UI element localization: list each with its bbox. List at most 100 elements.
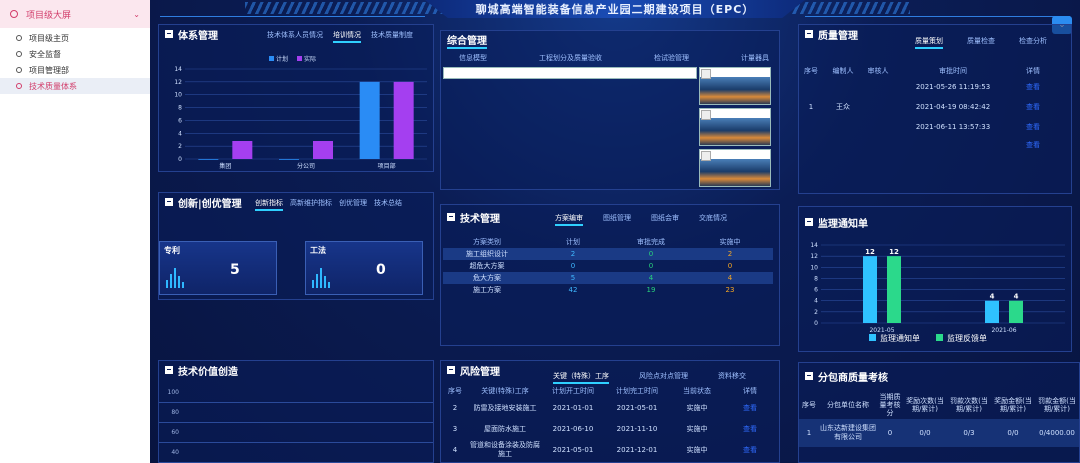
col-header: 罚款次数(当期/累计)	[950, 397, 988, 413]
detail-link[interactable]: 查看	[1013, 102, 1053, 112]
system-bar-chart: 14 12 10 8 6 4 2 0 集团 分公司 项目部 计划 实际	[174, 55, 427, 170]
circle-icon	[16, 35, 22, 41]
tab-analysis[interactable]: 检查分析	[1019, 36, 1047, 49]
table-row: 1 王众 2021-04-19 08:42:42 查看	[799, 97, 1071, 117]
table-row: 施工方案 42 19 23	[443, 284, 773, 296]
detail-link[interactable]: 查看	[1013, 122, 1053, 132]
tech-panel: 技术管理 方案编审 图纸管理 图纸会审 交底情况 方案类别 计划 审批完成 实施…	[440, 204, 780, 346]
bar	[359, 81, 380, 159]
tab-staff[interactable]: 技术体系人员情况	[267, 30, 323, 43]
chevron-down-icon[interactable]: ⌄	[133, 10, 140, 19]
y-tick: 2	[178, 143, 182, 150]
col-header: 审批完成	[637, 237, 665, 246]
sidebar-item-quality-system[interactable]: 技术质量体系	[0, 78, 150, 94]
x-tick: 2021-06	[991, 327, 1016, 333]
cell-time: 2021-06-11 13:57:33	[915, 123, 991, 131]
grid-line: 40	[159, 443, 433, 463]
table-header: 序号 关键(特殊)工序 计划开工时间 计划完工时间 当前状态 详情	[441, 385, 779, 397]
y-tick: 0	[814, 320, 818, 327]
col-header: 序号	[448, 387, 462, 395]
tab-check[interactable]: 质量检查	[967, 36, 995, 49]
panel-header: 分包商质量考核	[799, 367, 1079, 385]
tab-info-model[interactable]: 信息模型	[459, 53, 487, 63]
kpi-value: 0	[376, 262, 386, 278]
y-tick: 12	[810, 253, 818, 260]
cell-reward-amount: 0/0	[1007, 429, 1019, 437]
table-row: 施工组织设计 2 0 2	[443, 248, 773, 260]
tab-excellence[interactable]: 创优管理	[339, 198, 367, 211]
cell-done: 19	[646, 286, 656, 294]
legend-label: 监理反馈单	[947, 334, 987, 343]
cell-no: 2	[452, 404, 458, 412]
grid-line: 100	[159, 383, 433, 403]
panel-icon	[165, 198, 173, 206]
tab-innovation[interactable]: 创新指标	[255, 198, 283, 211]
cell-plan: 42	[568, 286, 578, 294]
table-row: 2 防雷及接地安装施工 2021-01-01 2021-05-01 实施中 查看	[441, 397, 779, 419]
cell-start: 2021-05-01	[552, 446, 594, 454]
y-tick: 100	[167, 389, 179, 396]
sidebar-item-dept[interactable]: 项目管理部	[0, 62, 150, 78]
legend-swatch	[297, 56, 302, 61]
bar	[198, 159, 219, 160]
bar	[1009, 300, 1023, 323]
panel-title: 创新|创优管理	[178, 198, 242, 210]
col-header: 审核人	[867, 67, 889, 75]
sidebar-item-home[interactable]: 项目级主页	[0, 30, 150, 46]
detail-link[interactable]: 查看	[1013, 82, 1053, 92]
circle-icon	[16, 51, 22, 57]
sidebar-item-safety[interactable]: 安全监督	[0, 46, 150, 62]
sidebar-item-label: 安全监督	[29, 49, 61, 59]
col-header: 计划完工时间	[616, 387, 658, 395]
thumbnail-image[interactable]	[699, 67, 771, 105]
tab-drawing[interactable]: 图纸管理	[603, 213, 631, 226]
col-header: 编制人	[832, 67, 854, 75]
tab-scheme[interactable]: 方案编审	[555, 213, 583, 226]
cell-category: 施工方案	[473, 286, 501, 294]
x-tick: 集团	[219, 162, 231, 170]
circle-icon	[10, 10, 18, 18]
sidebar-header[interactable]: 项目级大屏 ⌄	[0, 0, 150, 28]
col-header: 序号	[802, 401, 816, 409]
tab-rules[interactable]: 技术质量制度	[371, 30, 413, 43]
tab-handover[interactable]: 交底情况	[699, 213, 727, 226]
quality-table: 序号 编制人 审核人 审批时间 详情 2021-05-26 11:19:53 查…	[799, 65, 1071, 153]
cell-done: 0	[648, 250, 654, 258]
panel-icon	[165, 30, 173, 38]
panel-title: 分包商质量考核	[818, 372, 888, 384]
thumbnail-image[interactable]	[699, 108, 771, 146]
y-tick: 6	[178, 117, 182, 124]
tab-key-process[interactable]: 关键（特殊）工序	[553, 371, 609, 384]
tab-review[interactable]: 图纸会审	[651, 213, 679, 226]
legend-label: 监理通知单	[880, 334, 920, 343]
tab-measure[interactable]: 计量器具	[741, 53, 769, 63]
detail-link[interactable]: 查看	[1013, 140, 1053, 150]
tab-plan[interactable]: 质量策划	[915, 36, 943, 49]
thumbnail-image[interactable]	[699, 149, 771, 187]
col-header: 当期质量考核分	[879, 393, 901, 417]
col-header: 奖励次数(当期/累计)	[906, 397, 944, 413]
detail-link[interactable]: 查看	[725, 424, 775, 434]
table-row: 超危大方案 0 0 0	[443, 260, 773, 272]
sidebar: 项目级大屏 ⌄ 项目级主页 安全监督 项目管理部 技术质量体系	[0, 0, 150, 463]
sidebar-item-label: 技术质量体系	[29, 81, 77, 91]
detail-link[interactable]: 查看	[725, 403, 775, 413]
tab-data-transfer[interactable]: 资料移交	[718, 371, 746, 384]
tab-training[interactable]: 培训情况	[333, 30, 361, 43]
cell-doing: 4	[727, 274, 733, 282]
bar	[863, 256, 877, 323]
cell-end: 2021-05-01	[616, 404, 658, 412]
tab-acceptance[interactable]: 工程划分及质量验收	[539, 53, 602, 63]
y-tick: 12	[174, 79, 182, 86]
detail-link[interactable]: 查看	[725, 445, 775, 455]
tab-hightech[interactable]: 高新维护指标	[290, 198, 332, 211]
panel-title: 监理通知单	[818, 218, 868, 230]
col-header: 实施中	[719, 237, 741, 246]
tab-risk-point[interactable]: 风险点对点管理	[639, 371, 688, 384]
value-panel: 技术价值创造 100 80 60 40	[158, 360, 434, 463]
tab-summary[interactable]: 技术总结	[374, 198, 402, 211]
tab-inspection[interactable]: 检试验管理	[654, 53, 689, 63]
kpi-method: 工法 0	[305, 241, 423, 295]
col-header: 审批时间	[939, 67, 967, 75]
risk-table: 序号 关键(特殊)工序 计划开工时间 计划完工时间 当前状态 详情 2 防雷及接…	[441, 385, 779, 461]
